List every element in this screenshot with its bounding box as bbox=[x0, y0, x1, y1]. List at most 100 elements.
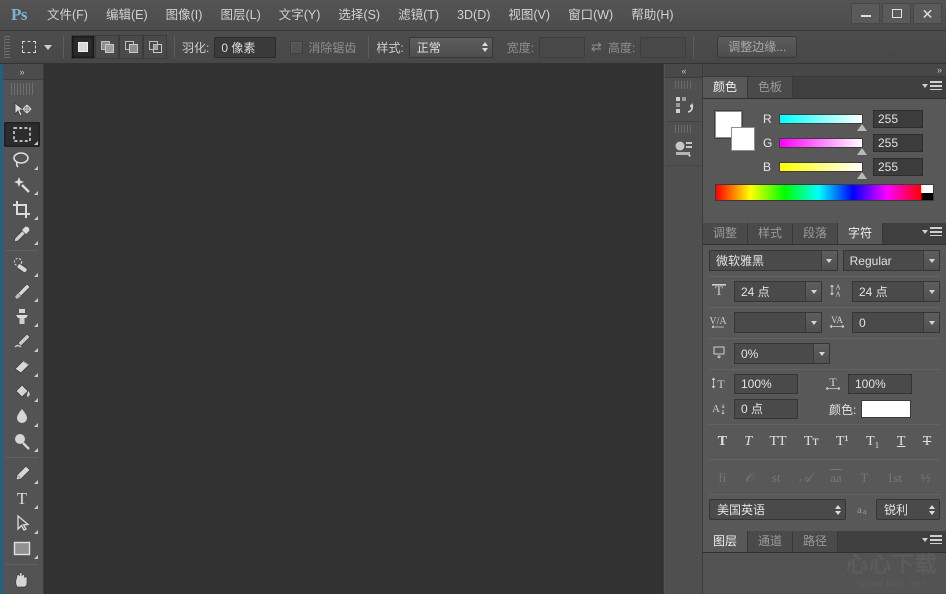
tab-adjustments[interactable]: 调整 bbox=[703, 223, 748, 244]
menu-help[interactable]: 帮助(H) bbox=[622, 4, 682, 26]
tab-paths[interactable]: 路径 bbox=[793, 531, 838, 552]
magic-wand-tool[interactable] bbox=[4, 172, 40, 197]
slider-thumb-icon[interactable] bbox=[857, 172, 867, 179]
lasso-tool[interactable] bbox=[4, 147, 40, 172]
style-select[interactable]: 正常 bbox=[409, 37, 493, 58]
leading-select[interactable]: 24 点 bbox=[852, 281, 940, 302]
slider-thumb-icon[interactable] bbox=[857, 124, 867, 131]
menu-layer[interactable]: 图层(L) bbox=[211, 4, 269, 26]
chevron-down-icon[interactable] bbox=[805, 313, 821, 332]
hand-tool[interactable] bbox=[4, 568, 40, 593]
path-selection-tool[interactable] bbox=[4, 511, 40, 536]
horizontal-type-tool[interactable]: T bbox=[4, 486, 40, 511]
eyedropper-tool[interactable] bbox=[4, 222, 40, 247]
width-input[interactable] bbox=[539, 37, 585, 58]
antialias-checkbox[interactable] bbox=[290, 41, 303, 54]
menu-window[interactable]: 窗口(W) bbox=[559, 4, 622, 26]
pen-tool[interactable] bbox=[4, 461, 40, 486]
clone-stamp-tool[interactable] bbox=[4, 304, 40, 329]
menu-type[interactable]: 文字(Y) bbox=[270, 4, 330, 26]
height-scale-input[interactable]: 100% bbox=[734, 374, 798, 394]
red-value-input[interactable]: 255 bbox=[873, 110, 923, 128]
new-selection-button[interactable] bbox=[71, 35, 95, 59]
green-slider[interactable] bbox=[779, 138, 863, 148]
layers-panel-menu-button[interactable] bbox=[922, 535, 942, 544]
maximize-button[interactable] bbox=[882, 3, 911, 24]
chevron-down-icon[interactable] bbox=[923, 251, 939, 270]
oldstyle-button[interactable]: aa bbox=[828, 471, 844, 484]
tracking-select[interactable]: 0 bbox=[852, 312, 940, 333]
menu-image[interactable]: 图像(I) bbox=[157, 4, 212, 26]
ordinals-button[interactable]: 1st bbox=[885, 471, 904, 484]
color-panel-menu-button[interactable] bbox=[922, 81, 942, 90]
titling-alternates-button[interactable]: T bbox=[858, 471, 870, 484]
chevron-down-icon[interactable] bbox=[813, 344, 829, 363]
font-style-select[interactable]: Regular bbox=[843, 250, 940, 271]
strikethrough-button[interactable]: T bbox=[921, 435, 934, 449]
tool-preset-picker[interactable] bbox=[14, 36, 56, 58]
menu-file[interactable]: 文件(F) bbox=[38, 4, 97, 26]
tab-swatches[interactable]: 色板 bbox=[748, 77, 793, 98]
small-caps-button[interactable]: Tт bbox=[802, 435, 821, 449]
tab-paragraph[interactable]: 段落 bbox=[793, 223, 838, 244]
menu-edit[interactable]: 编辑(E) bbox=[97, 4, 157, 26]
blue-value-input[interactable]: 255 bbox=[873, 158, 923, 176]
discretionary-ligatures-button[interactable]: st bbox=[770, 471, 783, 484]
tab-character[interactable]: 字符 bbox=[838, 223, 883, 244]
tab-channels[interactable]: 通道 bbox=[748, 531, 793, 552]
font-size-select[interactable]: 24 点 bbox=[734, 281, 822, 302]
text-color-swatch[interactable] bbox=[861, 400, 911, 418]
standard-ligatures-button[interactable]: fi bbox=[716, 471, 728, 484]
refine-edge-button[interactable]: 调整边缘... bbox=[717, 36, 797, 58]
toolbar-grip[interactable] bbox=[11, 83, 33, 95]
slider-thumb-icon[interactable] bbox=[857, 148, 867, 155]
right-panel-collapse-button[interactable]: » bbox=[703, 64, 946, 77]
move-tool[interactable] bbox=[4, 97, 40, 122]
color-swatches[interactable] bbox=[715, 111, 757, 151]
language-select[interactable]: 美国英语 bbox=[709, 499, 846, 520]
white-swatch[interactable] bbox=[921, 185, 933, 193]
intersect-selection-button[interactable] bbox=[143, 35, 167, 59]
layers-panel[interactable] bbox=[703, 553, 946, 594]
rectangular-marquee-tool[interactable] bbox=[4, 122, 40, 147]
menu-3d[interactable]: 3D(D) bbox=[448, 4, 499, 26]
vertical-scale-select[interactable]: 0% bbox=[734, 343, 830, 364]
faux-bold-button[interactable]: T bbox=[716, 435, 729, 449]
subtract-from-selection-button[interactable] bbox=[119, 35, 143, 59]
dodge-tool[interactable] bbox=[4, 429, 40, 454]
character-panel-menu-button[interactable] bbox=[922, 227, 942, 236]
mini-bridge-panel-button[interactable] bbox=[667, 122, 701, 166]
background-color-swatch[interactable] bbox=[731, 127, 755, 151]
tab-color[interactable]: 颜色 bbox=[703, 77, 748, 98]
rectangle-tool[interactable] bbox=[4, 536, 40, 561]
canvas-workspace[interactable] bbox=[44, 64, 664, 594]
antialias-method-select[interactable]: 锐利 bbox=[876, 499, 940, 520]
spectrum-white-black-swatches[interactable] bbox=[921, 185, 933, 200]
blue-slider[interactable] bbox=[779, 162, 863, 172]
contextual-alternates-button[interactable]: 𝒪 bbox=[743, 471, 755, 484]
feather-input[interactable]: 0 像素 bbox=[214, 37, 276, 58]
swap-arrows-icon[interactable]: ⇄ bbox=[591, 39, 602, 55]
tab-layers[interactable]: 图层 bbox=[703, 531, 748, 552]
add-to-selection-button[interactable] bbox=[95, 35, 119, 59]
red-slider[interactable] bbox=[779, 114, 863, 124]
width-scale-input[interactable]: 100% bbox=[848, 374, 912, 394]
font-family-select[interactable]: 微软雅黑 bbox=[709, 250, 838, 271]
gradient-tool[interactable] bbox=[4, 379, 40, 404]
superscript-button[interactable]: T¹ bbox=[834, 435, 851, 449]
faux-italic-button[interactable]: T bbox=[742, 435, 754, 449]
subscript-button[interactable]: T₁ bbox=[864, 435, 881, 449]
chevron-down-icon[interactable] bbox=[923, 282, 939, 301]
blur-tool[interactable] bbox=[4, 404, 40, 429]
menu-select[interactable]: 选择(S) bbox=[329, 4, 389, 26]
chevron-down-icon[interactable] bbox=[821, 251, 837, 270]
options-bar-grip[interactable] bbox=[4, 36, 10, 58]
history-panel-button[interactable] bbox=[667, 78, 701, 122]
color-spectrum-ramp[interactable] bbox=[715, 184, 934, 201]
minimize-button[interactable] bbox=[851, 3, 880, 24]
baseline-shift-input[interactable]: 0 点 bbox=[734, 399, 798, 419]
tab-styles[interactable]: 样式 bbox=[748, 223, 793, 244]
dock-collapse-button[interactable]: « bbox=[665, 64, 702, 78]
spot-healing-brush-tool[interactable] bbox=[4, 254, 40, 279]
underline-button[interactable]: T bbox=[895, 435, 908, 449]
